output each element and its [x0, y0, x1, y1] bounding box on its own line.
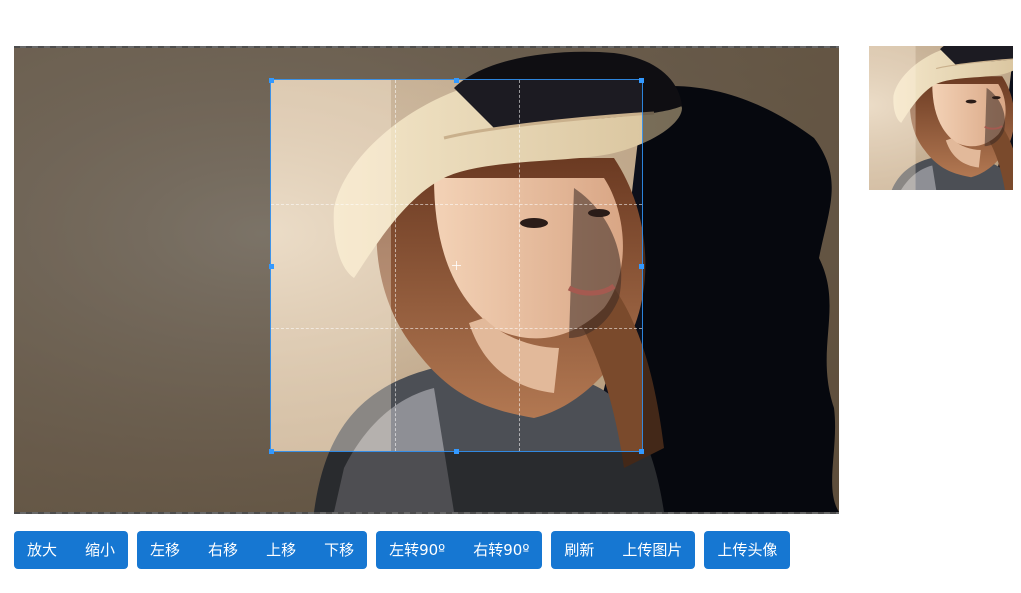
zoom-out-button[interactable]: 缩小: [70, 531, 128, 569]
crop-handle-sw[interactable]: [269, 449, 274, 454]
avatar-preview: [869, 46, 1013, 190]
crop-toolbar: 放大 缩小 左移 右移 上移 下移 左转90º 右转90º 刷新 上传图片 上传…: [14, 531, 791, 569]
submit-button-group: 上传头像: [704, 531, 791, 569]
move-up-button[interactable]: 上移: [251, 531, 309, 569]
crop-handle-e[interactable]: [639, 264, 644, 269]
crop-handle-w[interactable]: [269, 264, 274, 269]
upload-avatar-button[interactable]: 上传头像: [704, 531, 790, 569]
file-button-group: 刷新 上传图片: [551, 531, 696, 569]
zoom-button-group: 放大 缩小: [14, 531, 129, 569]
move-down-button[interactable]: 下移: [309, 531, 367, 569]
image-crop-canvas[interactable]: [14, 46, 839, 514]
rotate-left-button[interactable]: 左转90º: [376, 531, 458, 569]
move-button-group: 左移 右移 上移 下移: [137, 531, 368, 569]
refresh-button[interactable]: 刷新: [551, 531, 607, 569]
avatar-preview-image: [869, 46, 1013, 190]
move-right-button[interactable]: 右移: [193, 531, 251, 569]
upload-image-button[interactable]: 上传图片: [607, 531, 695, 569]
crop-handle-se[interactable]: [639, 449, 644, 454]
rotate-button-group: 左转90º 右转90º: [376, 531, 543, 569]
crop-handle-nw[interactable]: [269, 78, 274, 83]
crop-handle-s[interactable]: [454, 449, 459, 454]
crop-center-indicator: [452, 261, 461, 270]
move-left-button[interactable]: 左移: [137, 531, 193, 569]
crop-selection-box[interactable]: [270, 79, 643, 452]
rotate-right-button[interactable]: 右转90º: [458, 531, 542, 569]
crop-handle-ne[interactable]: [639, 78, 644, 83]
zoom-in-button[interactable]: 放大: [14, 531, 70, 569]
crop-handle-n[interactable]: [454, 78, 459, 83]
